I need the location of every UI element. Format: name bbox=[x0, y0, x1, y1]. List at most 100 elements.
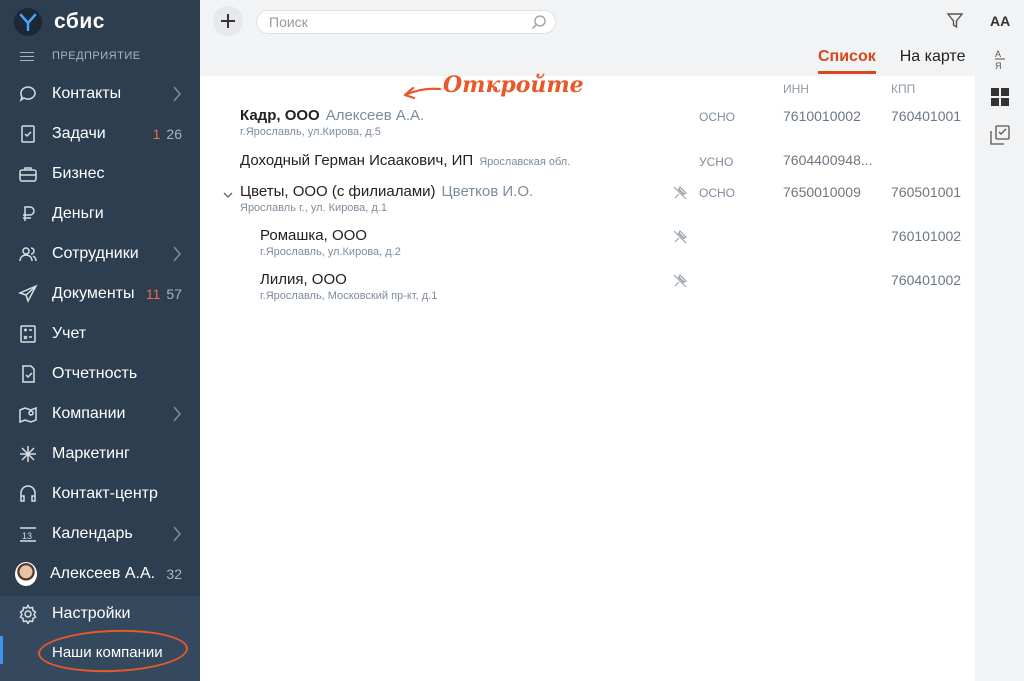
nav-item-reporting[interactable]: Отчетность bbox=[0, 354, 200, 394]
nav-item-settings[interactable]: Настройки bbox=[0, 596, 200, 632]
unpin-icon[interactable] bbox=[672, 273, 688, 289]
nav-label: Алексеев А.А. bbox=[50, 565, 156, 582]
table-row[interactable]: Лилия, ООО г.Ярославль, Московский пр-кт… bbox=[200, 270, 975, 306]
avatar bbox=[15, 562, 37, 586]
nav-label: Отчетность bbox=[52, 365, 138, 382]
sidebar: сбис ПРЕДПРИЯТИЕ Контакты Задачи 1 26 Биз… bbox=[0, 0, 200, 681]
chevron-right-icon bbox=[172, 406, 182, 422]
column-header-inn: ИНН bbox=[783, 82, 809, 96]
gear-icon bbox=[17, 603, 39, 625]
tab-list[interactable]: Список bbox=[818, 48, 876, 74]
brand[interactable]: сбис bbox=[0, 0, 200, 44]
nav-item-calendar[interactable]: 13 Календарь bbox=[0, 514, 200, 554]
nav-item-accounting[interactable]: Учет bbox=[0, 314, 200, 354]
nav-label: Задачи bbox=[52, 125, 106, 142]
people-icon bbox=[17, 243, 39, 265]
headset-icon bbox=[17, 483, 39, 505]
chevron-right-icon bbox=[172, 246, 182, 262]
inn-value: 7604400948... bbox=[783, 152, 873, 168]
table-row[interactable]: Цветы, ООО (с филиалами) Цветков И.О. Яро… bbox=[200, 182, 975, 218]
svg-text:Я: Я bbox=[995, 61, 1002, 70]
nav-label: Сотрудники bbox=[52, 245, 139, 262]
multi-select-icon[interactable] bbox=[989, 124, 1011, 146]
chevron-down-icon[interactable] bbox=[223, 187, 233, 198]
company-list: ИНН КПП Кадр, ООО Алексеев А.А. г.Ярослав… bbox=[200, 76, 975, 681]
company-address: г.Ярославль, ул.Кирова, д.5 bbox=[240, 126, 381, 138]
grid-view-icon[interactable] bbox=[989, 86, 1011, 108]
nav-label: Календарь bbox=[52, 525, 133, 542]
plus-icon bbox=[221, 14, 235, 28]
nav-item-money[interactable]: Деньги bbox=[0, 194, 200, 234]
table-row[interactable]: Доходный Герман Исаакович, ИП Ярославская… bbox=[200, 151, 975, 175]
nav-item-contact-center[interactable]: Контакт-центр bbox=[0, 474, 200, 514]
nav-item-companies[interactable]: Компании bbox=[0, 394, 200, 434]
search-input[interactable]: Поиск bbox=[256, 10, 556, 34]
chevron-right-icon bbox=[172, 526, 182, 542]
company-name: Доходный Герман Исаакович, ИП bbox=[240, 152, 474, 169]
company-person: Цветков И.О. bbox=[441, 183, 534, 200]
branch-address: г.Ярославль, ул.Кирова, д.2 bbox=[260, 246, 401, 258]
org-switcher[interactable]: ПРЕДПРИЯТИЕ bbox=[0, 44, 200, 68]
nav-label: Учет bbox=[52, 325, 87, 342]
topbar: Поиск AA bbox=[200, 0, 1024, 44]
menu-icon[interactable] bbox=[20, 49, 34, 64]
table-row[interactable]: Ромашка, ООО г.Ярославль, ул.Кирова, д.2… bbox=[200, 226, 975, 262]
nav-item-business[interactable]: Бизнес bbox=[0, 154, 200, 194]
unpin-icon[interactable] bbox=[672, 229, 688, 245]
profile-count: 32 bbox=[166, 566, 182, 582]
tax-system: УСНО bbox=[699, 155, 734, 169]
nav-item-profile[interactable]: Алексеев А.А. 32 bbox=[0, 554, 200, 594]
nav-item-tasks[interactable]: Задачи 1 26 bbox=[0, 114, 200, 154]
calendar-icon: 13 bbox=[17, 523, 39, 545]
table-row[interactable]: Кадр, ООО Алексеев А.А. г.Ярославль, ул.К… bbox=[200, 106, 975, 142]
nav-label: Маркетинг bbox=[52, 445, 130, 462]
nav-item-documents[interactable]: Документы 11 57 bbox=[0, 274, 200, 314]
nav-item-marketing[interactable]: Маркетинг bbox=[0, 434, 200, 474]
kpp-value: 760101002 bbox=[891, 228, 962, 244]
sort-alpha-icon[interactable]: АЯ bbox=[989, 48, 1011, 71]
tasks-count: 1 26 bbox=[152, 126, 182, 142]
sbis-logo-icon bbox=[14, 8, 42, 36]
annotation-text: Откройте bbox=[443, 72, 584, 98]
kpp-value: 760501001 bbox=[891, 184, 962, 200]
nav-label: Деньги bbox=[52, 205, 104, 222]
column-header-kpp: КПП bbox=[891, 82, 916, 96]
inn-value: 7610010002 bbox=[783, 108, 861, 124]
main-nav: Контакты Задачи 1 26 Бизнес Деньги Сотруд… bbox=[0, 74, 200, 594]
nav-label: Бизнес bbox=[52, 165, 105, 182]
nav-label: Документы bbox=[52, 285, 135, 302]
company-name: Кадр, ООО bbox=[240, 107, 320, 124]
tab-map[interactable]: На карте bbox=[900, 48, 966, 74]
add-button[interactable] bbox=[213, 6, 243, 36]
unpin-icon[interactable] bbox=[672, 185, 688, 201]
company-region: Ярославская обл. bbox=[479, 156, 571, 168]
report-icon bbox=[17, 363, 39, 385]
filter-icon[interactable] bbox=[946, 12, 964, 35]
branch-name: Лилия, ООО bbox=[260, 271, 347, 288]
nav-label: Контакты bbox=[52, 85, 122, 102]
font-size-button[interactable]: AA bbox=[990, 13, 1010, 29]
search-placeholder: Поиск bbox=[269, 14, 308, 30]
search-icon[interactable] bbox=[531, 14, 547, 33]
inn-value: 7650010009 bbox=[783, 184, 861, 200]
briefcase-icon bbox=[17, 163, 39, 185]
nav-item-contacts[interactable]: Контакты bbox=[0, 74, 200, 114]
company-address: Ярославль г., ул. Кирова, д.1 bbox=[240, 202, 387, 214]
documents-count: 11 57 bbox=[145, 286, 182, 302]
chevron-right-icon bbox=[172, 86, 182, 102]
sparkle-icon bbox=[17, 443, 39, 465]
nav-label: Контакт-центр bbox=[52, 485, 158, 502]
ruble-icon bbox=[17, 203, 39, 225]
nav-label: Компании bbox=[52, 405, 126, 422]
nav-item-employees[interactable]: Сотрудники bbox=[0, 234, 200, 274]
brand-name: сбис bbox=[54, 10, 105, 33]
tax-system: ОСНО bbox=[699, 186, 735, 200]
send-icon bbox=[17, 283, 39, 305]
active-indicator bbox=[0, 636, 3, 664]
kpp-value: 760401002 bbox=[891, 272, 962, 288]
nav-label: Настройки bbox=[52, 605, 131, 622]
calculator-icon bbox=[17, 323, 39, 345]
svg-text:А: А bbox=[995, 49, 1001, 59]
branch-address: г.Ярославль, Московский пр-кт, д.1 bbox=[260, 290, 438, 302]
view-tabs: Список На карте bbox=[818, 48, 989, 74]
